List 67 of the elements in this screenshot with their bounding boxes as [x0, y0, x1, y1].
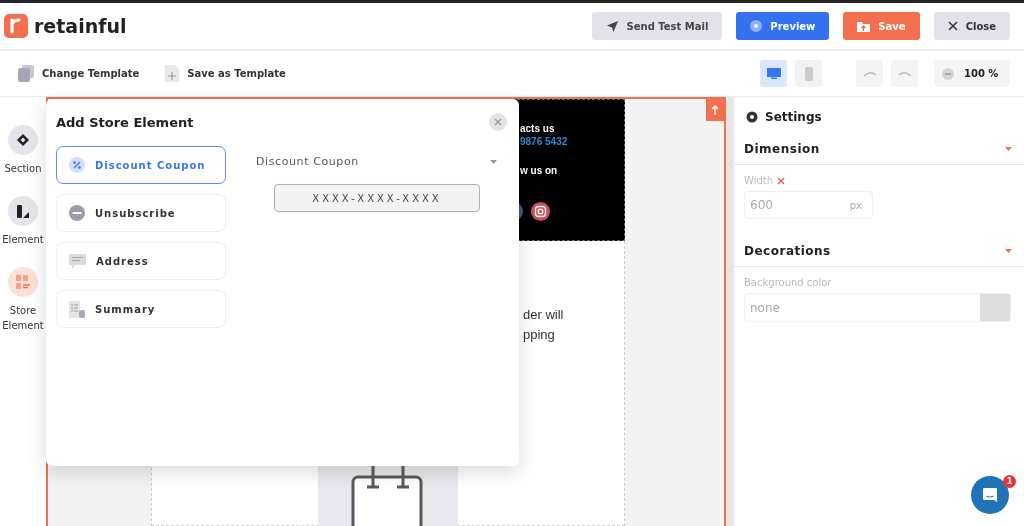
caret-icon	[1005, 146, 1012, 151]
minus-circle-icon	[69, 205, 85, 221]
redo-icon	[897, 70, 912, 77]
popup-title: Add Store Element	[56, 114, 194, 130]
field-label: Background color	[744, 277, 832, 288]
chat-icon	[982, 487, 998, 503]
unit-label: px	[849, 199, 862, 211]
arrow-up-icon	[711, 105, 719, 115]
zoom-out-icon	[942, 67, 954, 80]
undo-button[interactable]	[856, 60, 883, 87]
sidebar-item[interactable]: Element	[0, 196, 46, 247]
element-option[interactable]: Unsubscribe	[56, 194, 226, 232]
footer-heading: acts us	[520, 122, 556, 135]
element-option[interactable]: Discount Coupon	[56, 146, 226, 184]
diamond-icon	[17, 134, 29, 146]
copy-icon	[18, 65, 34, 82]
desktop-icon	[766, 68, 781, 79]
scrollbar[interactable]	[726, 97, 734, 526]
body-text: pping	[523, 326, 556, 344]
receipt-icon	[69, 300, 85, 318]
sidebar-item[interactable]: Store Element	[0, 267, 46, 333]
body-text: der will	[523, 306, 565, 324]
color-swatch[interactable]	[980, 294, 1010, 321]
settings-icon	[746, 111, 758, 123]
close-button[interactable]: Close	[933, 12, 1010, 40]
folder-upload-icon	[857, 20, 871, 32]
zoom-level: 100 %	[964, 68, 999, 79]
send-button[interactable]: Send Test Mail	[591, 12, 723, 40]
caret-icon	[490, 159, 497, 164]
message-icon	[69, 253, 86, 269]
brand-name: retainful	[34, 15, 127, 37]
element-icon	[17, 204, 29, 218]
panel-title: Settings	[765, 110, 822, 124]
save-template-button[interactable]: Save as Template	[165, 65, 286, 82]
field-label: Width	[744, 175, 774, 186]
notification-badge: 1	[1003, 475, 1016, 488]
element-option[interactable]: Address	[56, 242, 226, 280]
type-dropdown[interactable]: Discount Coupon	[256, 146, 507, 168]
sidebar-item[interactable]: Section	[0, 125, 46, 176]
instagram-icon[interactable]	[531, 202, 550, 221]
move-up-button[interactable]	[706, 99, 724, 121]
caret-icon	[1005, 248, 1012, 253]
percent-badge-icon	[69, 157, 85, 173]
footer-heading: w us on	[520, 164, 559, 177]
preview-button[interactable]: Preview	[736, 12, 830, 40]
mobile-view-button[interactable]	[795, 60, 822, 87]
close-icon	[947, 21, 958, 31]
undo-icon	[862, 70, 877, 77]
coupon-code: XXXX-XXXX-XXXX	[274, 184, 480, 212]
section-header[interactable]: Decorations	[734, 235, 1024, 267]
close-button[interactable]	[489, 113, 507, 131]
desktop-view-button[interactable]	[760, 60, 787, 87]
change-template-button[interactable]: Change Template	[18, 65, 140, 82]
mobile-icon	[804, 66, 813, 81]
close-icon[interactable]	[777, 176, 786, 185]
section-header[interactable]: Dimension	[734, 133, 1024, 165]
element-option[interactable]: Summary	[56, 290, 226, 328]
logo-icon	[4, 14, 28, 38]
file-plus-icon	[165, 65, 180, 82]
eye-icon	[750, 20, 763, 32]
store-element-icon	[16, 275, 30, 289]
chat-button[interactable]	[971, 476, 1009, 514]
close-icon	[494, 118, 502, 126]
zoom-control[interactable]: 100 %	[934, 60, 1010, 87]
phone-link[interactable]: 9876 5432	[520, 135, 624, 148]
send-icon	[605, 19, 619, 33]
redo-button[interactable]	[891, 60, 918, 87]
